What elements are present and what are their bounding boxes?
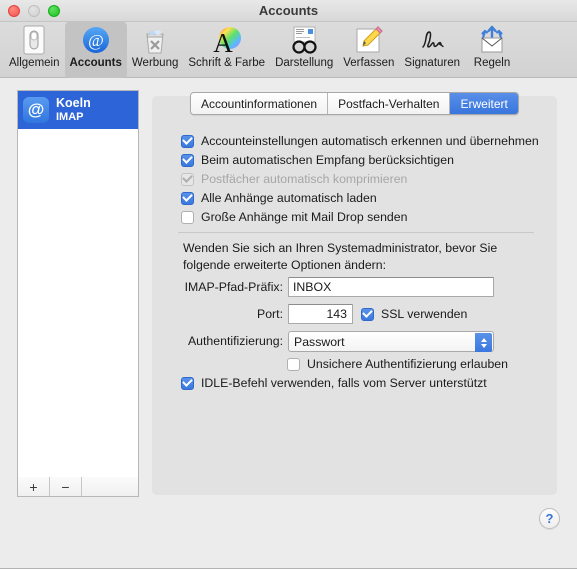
preferences-toolbar: Allgemein @ Accounts Werbung A Schrift &… — [0, 22, 577, 78]
account-at-icon: @ — [23, 97, 49, 123]
svg-text:A: A — [213, 28, 233, 55]
toolbar-item-darstellung[interactable]: Darstellung — [270, 22, 338, 78]
toolbar-item-werbung[interactable]: Werbung — [127, 22, 183, 78]
checkbox-label: Beim automatischen Empfang berücksichtig… — [201, 153, 454, 167]
toolbar-item-verfassen[interactable]: Verfassen — [338, 22, 399, 78]
general-switch-icon — [18, 24, 50, 56]
checkbox-row-use-ssl[interactable]: SSL verwenden — [361, 307, 467, 321]
checkbox-label: Postfächer automatisch komprimieren — [201, 172, 408, 186]
accounts-list-toolbar: + − — [17, 477, 139, 497]
chevron-updown-icon — [475, 333, 492, 352]
authentication-value: Passwort — [294, 334, 345, 349]
toolbar-item-label: Darstellung — [275, 57, 334, 69]
checkbox-mail-drop[interactable] — [181, 210, 194, 224]
section-divider — [178, 232, 534, 233]
window-title: Accounts — [258, 3, 319, 18]
settings-tabs: Accountinformationen Postfach-Verhalten … — [190, 92, 519, 115]
checkbox-label: Alle Anhänge automatisch laden — [201, 191, 377, 205]
svg-text:@: @ — [88, 31, 104, 50]
checkbox-row-include-auto-fetch[interactable]: Beim automatischen Empfang berücksichtig… — [181, 153, 454, 167]
toolbar-item-label: Regeln — [473, 57, 511, 69]
add-account-button[interactable]: + — [18, 477, 50, 496]
title-bar: Accounts — [0, 0, 577, 22]
tab-accountinformationen[interactable]: Accountinformationen — [191, 93, 329, 114]
checkbox-row-auto-detect-settings[interactable]: Accounteinstellungen automatisch erkenne… — [181, 134, 539, 148]
toolbar-item-signaturen[interactable]: Signaturen — [399, 22, 465, 78]
admin-note-text: Wenden Sie sich an Ihren Systemadministr… — [183, 241, 498, 272]
toolbar-item-allgemein[interactable]: Allgemein — [4, 22, 65, 78]
checkbox-label: Accounteinstellungen automatisch erkenne… — [201, 134, 539, 148]
signature-icon — [416, 24, 448, 56]
account-type: IMAP — [56, 110, 84, 123]
checkbox-use-ssl[interactable] — [361, 307, 374, 321]
accounts-list[interactable]: @ Koeln IMAP — [17, 90, 139, 497]
toolbar-item-regeln[interactable]: Regeln — [465, 22, 519, 78]
port-label: Port: — [257, 307, 283, 321]
toolbar-item-label: Allgemein — [9, 57, 60, 69]
remove-account-button[interactable]: − — [50, 477, 82, 496]
font-color-icon: A — [211, 24, 243, 56]
checkbox-compact-mailboxes — [181, 172, 194, 186]
checkbox-label: SSL verwenden — [381, 307, 468, 321]
checkbox-row-allow-insecure-auth[interactable]: Unsichere Authentifizierung erlauben — [287, 357, 508, 371]
preferences-window: Accounts Allgemein @ Accounts Werbung A … — [0, 0, 577, 569]
list-item[interactable]: @ Koeln IMAP — [18, 91, 138, 129]
at-sign-icon: @ — [80, 24, 112, 56]
help-button[interactable]: ? — [539, 508, 560, 529]
checkbox-row-use-idle-command[interactable]: IDLE-Befehl verwenden, falls vom Server … — [181, 376, 487, 390]
toolbar-item-schrift-farbe[interactable]: A Schrift & Farbe — [183, 22, 270, 78]
checkbox-row-load-all-attachments[interactable]: Alle Anhänge automatisch laden — [181, 191, 377, 205]
checkbox-use-idle-command[interactable] — [181, 376, 194, 390]
port-input[interactable]: 143 — [288, 304, 353, 324]
checkbox-auto-detect-settings[interactable] — [181, 134, 194, 148]
tab-erweitert[interactable]: Erweitert — [450, 93, 518, 114]
authentication-label: Authentifizierung: — [187, 334, 283, 348]
imap-prefix-label: IMAP-Pfad-Präfix: — [184, 280, 283, 294]
imap-prefix-input[interactable]: INBOX — [288, 277, 494, 297]
pencil-compose-icon — [353, 24, 385, 56]
junk-trash-icon — [139, 24, 171, 56]
checkbox-allow-insecure-auth[interactable] — [287, 357, 300, 371]
toolbar-item-label: Verfassen — [343, 57, 395, 69]
checkbox-label: Unsichere Authentifizierung erlauben — [307, 357, 508, 371]
checkbox-include-auto-fetch[interactable] — [181, 153, 194, 167]
tab-postfach-verhalten[interactable]: Postfach-Verhalten — [328, 93, 451, 114]
toolbar-item-accounts[interactable]: @ Accounts — [64, 22, 127, 78]
account-name: Koeln — [56, 96, 91, 111]
toolbar-item-label: Werbung — [131, 57, 179, 69]
toolbar-item-label: Signaturen — [404, 57, 461, 69]
authentication-select[interactable]: Passwort — [288, 331, 494, 352]
checkbox-row-compact-mailboxes: Postfächer automatisch komprimieren — [181, 172, 407, 186]
account-text: Koeln IMAP — [56, 96, 91, 123]
toolbar-item-label: Schrift & Farbe — [188, 57, 266, 69]
glasses-viewing-icon — [288, 24, 320, 56]
rules-envelope-icon — [476, 24, 508, 56]
checkbox-label: Große Anhänge mit Mail Drop senden — [201, 210, 408, 224]
checkbox-row-mail-drop[interactable]: Große Anhänge mit Mail Drop senden — [181, 210, 407, 224]
toolbar-item-label: Accounts — [69, 57, 122, 69]
checkbox-label: IDLE-Befehl verwenden, falls vom Server … — [201, 376, 487, 390]
checkbox-load-all-attachments[interactable] — [181, 191, 194, 205]
accounts-toolbar-filler — [82, 477, 138, 496]
